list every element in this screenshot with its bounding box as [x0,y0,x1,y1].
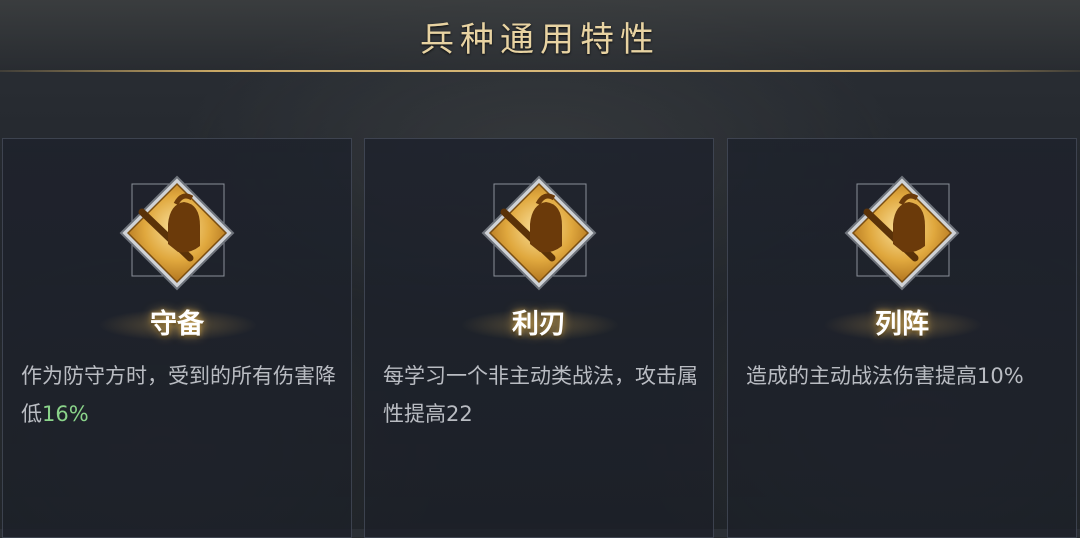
trait-card-liren[interactable]: 利刃 每学习一个非主动类战法，攻击属性提高22 [364,138,714,538]
trait-description: 作为防守方时，受到的所有伤害降低16% [21,364,336,426]
helmet-sword-icon [843,174,961,292]
helmet-sword-icon [480,174,598,292]
page-title: 兵种通用特性 [420,20,660,60]
trait-name: 列阵 [875,309,929,340]
trait-value: 16% [42,402,89,426]
trait-description: 每学习一个非主动类战法，攻击属性提高22 [383,364,698,426]
header-divider [0,70,1080,72]
trait-description: 造成的主动战法伤害提高10% [746,364,1024,388]
trait-card-liezhen[interactable]: 列阵 造成的主动战法伤害提高10% [727,138,1077,538]
helmet-sword-icon [118,174,236,292]
trait-name: 守备 [150,309,204,340]
trait-name: 利刃 [512,309,566,340]
trait-card-shoubei[interactable]: 守备 作为防守方时，受到的所有伤害降低16% [2,138,352,538]
